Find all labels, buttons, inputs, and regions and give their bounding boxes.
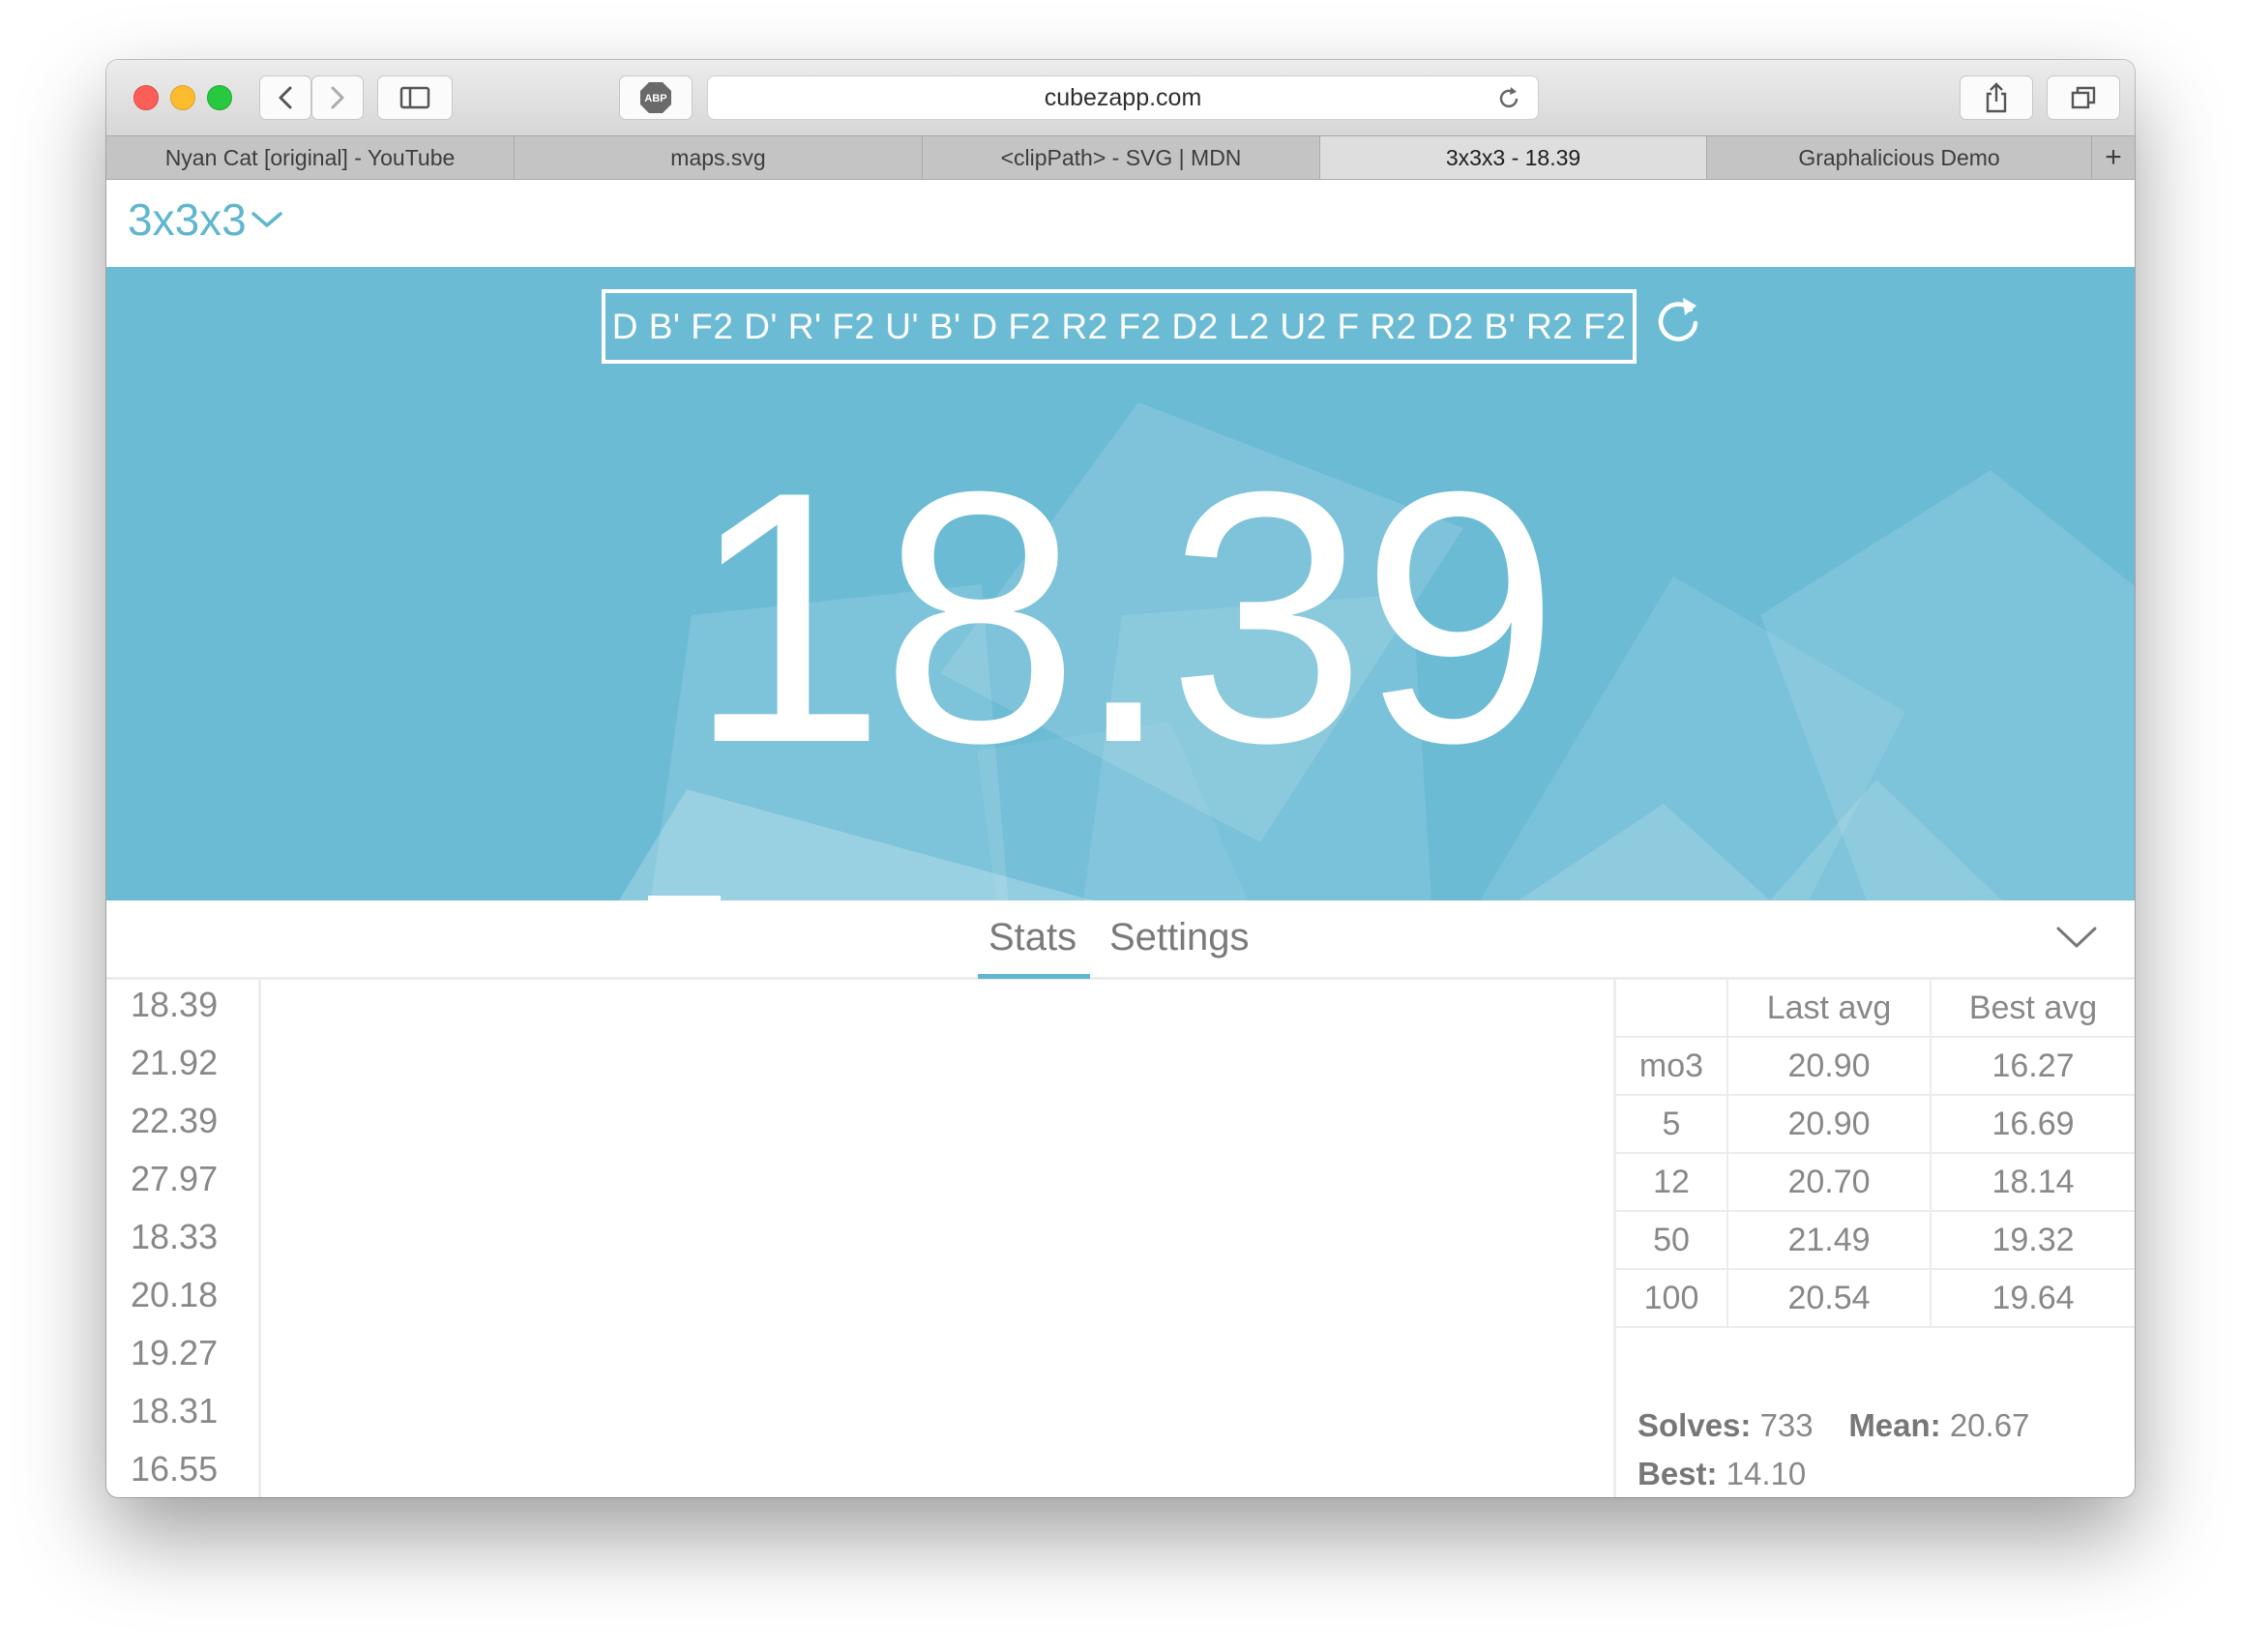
table-header: Best avg xyxy=(1930,980,2135,1038)
tab-stats[interactable]: Stats xyxy=(988,916,1077,959)
stats-panel: Last avg Best avg mo3 20.90 16.27 5 20.9… xyxy=(1616,980,2135,1497)
tab-cubezapp[interactable]: 3x3x3 - 18.39 xyxy=(1320,136,1707,179)
panel-tabs: Stats Settings xyxy=(106,900,2135,980)
url-text: cubezapp.com xyxy=(1044,83,1202,111)
back-button[interactable] xyxy=(259,75,311,120)
chevron-down-icon xyxy=(251,212,282,227)
show-tabs-button[interactable] xyxy=(2047,75,2120,120)
browser-toolbar: ABP cubezapp.com xyxy=(106,60,2135,135)
time-entry[interactable]: 20.18 xyxy=(131,1275,218,1315)
address-bar[interactable]: cubezapp.com xyxy=(707,75,1539,120)
active-tab-indicator xyxy=(978,974,1090,979)
time-entry[interactable]: 21.92 xyxy=(131,1043,218,1083)
tab-bar: Nyan Cat [original] - YouTube maps.svg <… xyxy=(106,135,2135,180)
tab-maps-svg[interactable]: maps.svg xyxy=(515,136,923,179)
adblock-label: ABP xyxy=(644,93,666,104)
best-avg[interactable]: 16.69 xyxy=(1930,1094,2135,1154)
chevron-left-icon xyxy=(279,86,292,109)
puzzle-selector[interactable]: 3x3x3 xyxy=(128,193,283,246)
new-tab-button[interactable]: + xyxy=(2092,136,2135,179)
table-row: mo3 20.90 16.27 xyxy=(1616,1036,2135,1096)
tab-label: Graphalicious Demo xyxy=(1798,144,2000,170)
time-entry[interactable]: 18.39 xyxy=(131,985,218,1025)
times-list: 18.39 21.92 22.39 27.97 18.33 20.18 19.2… xyxy=(106,980,261,1497)
plus-icon: + xyxy=(2105,141,2122,173)
time-entry[interactable]: 18.31 xyxy=(131,1391,218,1431)
tab-settings[interactable]: Settings xyxy=(1109,916,1250,959)
scramble-text: D B' F2 D' R' F2 U' B' D F2 R2 F2 D2 L2 … xyxy=(611,306,1627,346)
averages-table: Last avg Best avg mo3 20.90 16.27 5 20.9… xyxy=(1616,980,2135,1328)
time-entry[interactable]: 19.27 xyxy=(131,1333,218,1373)
avg-size: 12 xyxy=(1616,1152,1728,1212)
tab-label: 3x3x3 - 18.39 xyxy=(1445,144,1581,170)
refresh-scramble-icon[interactable] xyxy=(1654,294,1702,346)
best-label: Best: xyxy=(1637,1456,1718,1491)
table-row: 50 21.49 19.32 xyxy=(1616,1210,2135,1270)
best-summary: Best: 14.10 xyxy=(1637,1456,1806,1492)
chevron-right-icon xyxy=(331,86,344,109)
sidebar-icon xyxy=(399,86,430,109)
graph-area[interactable] xyxy=(261,980,1616,1497)
solves-label: Solves: xyxy=(1637,1407,1752,1443)
close-window-button[interactable] xyxy=(133,85,159,110)
solves-mean-summary: Solves: 733 Mean: 20.67 xyxy=(1637,1407,2029,1444)
adblock-button[interactable]: ABP xyxy=(619,75,693,120)
mean-label: Mean: xyxy=(1848,1407,1941,1443)
zoom-window-button[interactable] xyxy=(207,85,232,110)
time-entry[interactable]: 16.55 xyxy=(131,1449,218,1490)
best-avg[interactable]: 16.27 xyxy=(1930,1036,2135,1096)
adblock-icon: ABP xyxy=(640,82,671,113)
forward-button[interactable] xyxy=(311,75,364,120)
minimize-window-button[interactable] xyxy=(170,85,195,110)
tab-label: maps.svg xyxy=(670,144,766,170)
mean-value: 20.67 xyxy=(1949,1407,2030,1443)
share-icon xyxy=(1986,82,2007,113)
time-entry[interactable]: 18.33 xyxy=(131,1217,218,1257)
collapse-panel-icon[interactable] xyxy=(2055,924,2098,951)
solves-value: 733 xyxy=(1759,1407,1814,1443)
tab-label: Nyan Cat [original] - YouTube xyxy=(164,144,456,170)
last-avg[interactable]: 20.90 xyxy=(1726,1094,1932,1154)
timer-display: 18.39 xyxy=(687,418,1560,817)
avg-size: mo3 xyxy=(1616,1036,1728,1096)
tab-clippath-mdn[interactable]: <clipPath> - SVG | MDN xyxy=(923,136,1320,179)
table-row: 100 20.54 19.64 xyxy=(1616,1268,2135,1328)
reload-icon[interactable] xyxy=(1495,85,1522,112)
best-value: 14.10 xyxy=(1726,1456,1807,1491)
best-avg[interactable]: 19.64 xyxy=(1930,1268,2135,1328)
table-header: Last avg xyxy=(1726,980,1932,1038)
avg-size: 50 xyxy=(1616,1210,1728,1270)
last-avg[interactable]: 20.70 xyxy=(1726,1152,1932,1212)
avg-size: 100 xyxy=(1616,1268,1728,1328)
tabs-overview-icon xyxy=(2071,86,2096,109)
timer-area[interactable]: D B' F2 D' R' F2 U' B' D F2 R2 F2 D2 L2 … xyxy=(106,267,2135,900)
sidebar-toggle-button[interactable] xyxy=(377,75,453,120)
time-entry[interactable]: 27.97 xyxy=(131,1159,218,1199)
tab-nyan-cat[interactable]: Nyan Cat [original] - YouTube xyxy=(106,136,515,179)
table-row: 5 20.90 16.69 xyxy=(1616,1094,2135,1154)
table-header xyxy=(1616,980,1728,1038)
tab-graphalicious[interactable]: Graphalicious Demo xyxy=(1707,136,2092,179)
best-avg[interactable]: 19.32 xyxy=(1930,1210,2135,1270)
last-avg[interactable]: 20.54 xyxy=(1726,1268,1932,1328)
avg-size: 5 xyxy=(1616,1094,1728,1154)
puzzle-name: 3x3x3 xyxy=(128,194,247,245)
app-header: 3x3x3 xyxy=(106,180,2135,267)
scramble-box[interactable]: D B' F2 D' R' F2 U' B' D F2 R2 F2 D2 L2 … xyxy=(602,289,1637,364)
time-entry[interactable]: 22.39 xyxy=(131,1101,218,1141)
table-row: 12 20.70 18.14 xyxy=(1616,1152,2135,1212)
browser-window: ABP cubezapp.com Nyan Cat [original] - Y… xyxy=(106,60,2135,1497)
last-avg[interactable]: 21.49 xyxy=(1726,1210,1932,1270)
last-avg[interactable]: 20.90 xyxy=(1726,1036,1932,1096)
share-button[interactable] xyxy=(1960,75,2033,120)
best-avg[interactable]: 18.14 xyxy=(1930,1152,2135,1212)
tab-label: <clipPath> - SVG | MDN xyxy=(1000,144,1242,170)
